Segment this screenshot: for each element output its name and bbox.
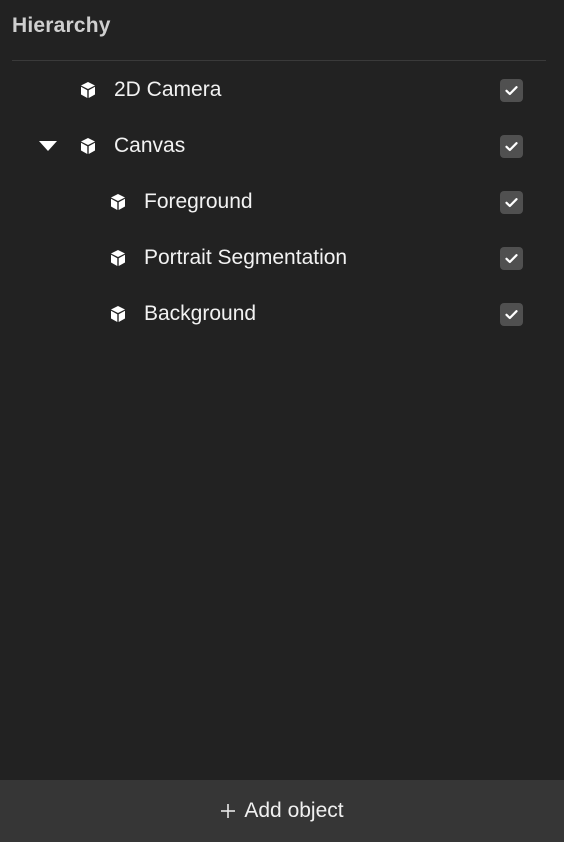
plus-icon	[220, 803, 236, 819]
tree-item-canvas[interactable]: Canvas	[0, 118, 564, 174]
title-divider	[12, 60, 546, 61]
visibility-checkbox[interactable]	[500, 247, 523, 270]
cube-icon	[108, 248, 128, 268]
checkmark-icon	[505, 310, 518, 320]
tree-item-label: Canvas	[114, 134, 186, 157]
checkmark-icon	[505, 254, 518, 264]
tree-item-label: Background	[144, 302, 257, 325]
add-object-button[interactable]: Add object	[0, 780, 564, 842]
add-object-label: Add object	[244, 799, 344, 822]
tree-item-label: Portrait Segmentation	[144, 246, 348, 269]
tree-item-background[interactable]: Background	[0, 286, 564, 342]
visibility-checkbox[interactable]	[500, 191, 523, 214]
panel-title: Hierarchy	[12, 14, 111, 37]
cube-icon	[78, 80, 98, 100]
cube-icon	[108, 192, 128, 212]
hierarchy-tree: 2D Camera Canvas Foreground Portrait Seg…	[0, 62, 564, 342]
visibility-checkbox[interactable]	[500, 135, 523, 158]
tree-item-label: 2D Camera	[114, 78, 222, 101]
visibility-checkbox[interactable]	[500, 79, 523, 102]
checkmark-icon	[505, 142, 518, 152]
tree-item-2d-camera[interactable]: 2D Camera	[0, 62, 564, 118]
checkmark-icon	[505, 198, 518, 208]
expand-triangle-icon[interactable]	[38, 139, 58, 153]
tree-item-foreground[interactable]: Foreground	[0, 174, 564, 230]
checkmark-icon	[505, 86, 518, 96]
tree-item-portrait-segmentation[interactable]: Portrait Segmentation	[0, 230, 564, 286]
cube-icon	[108, 304, 128, 324]
tree-item-label: Foreground	[144, 190, 253, 213]
cube-icon	[78, 136, 98, 156]
visibility-checkbox[interactable]	[500, 303, 523, 326]
